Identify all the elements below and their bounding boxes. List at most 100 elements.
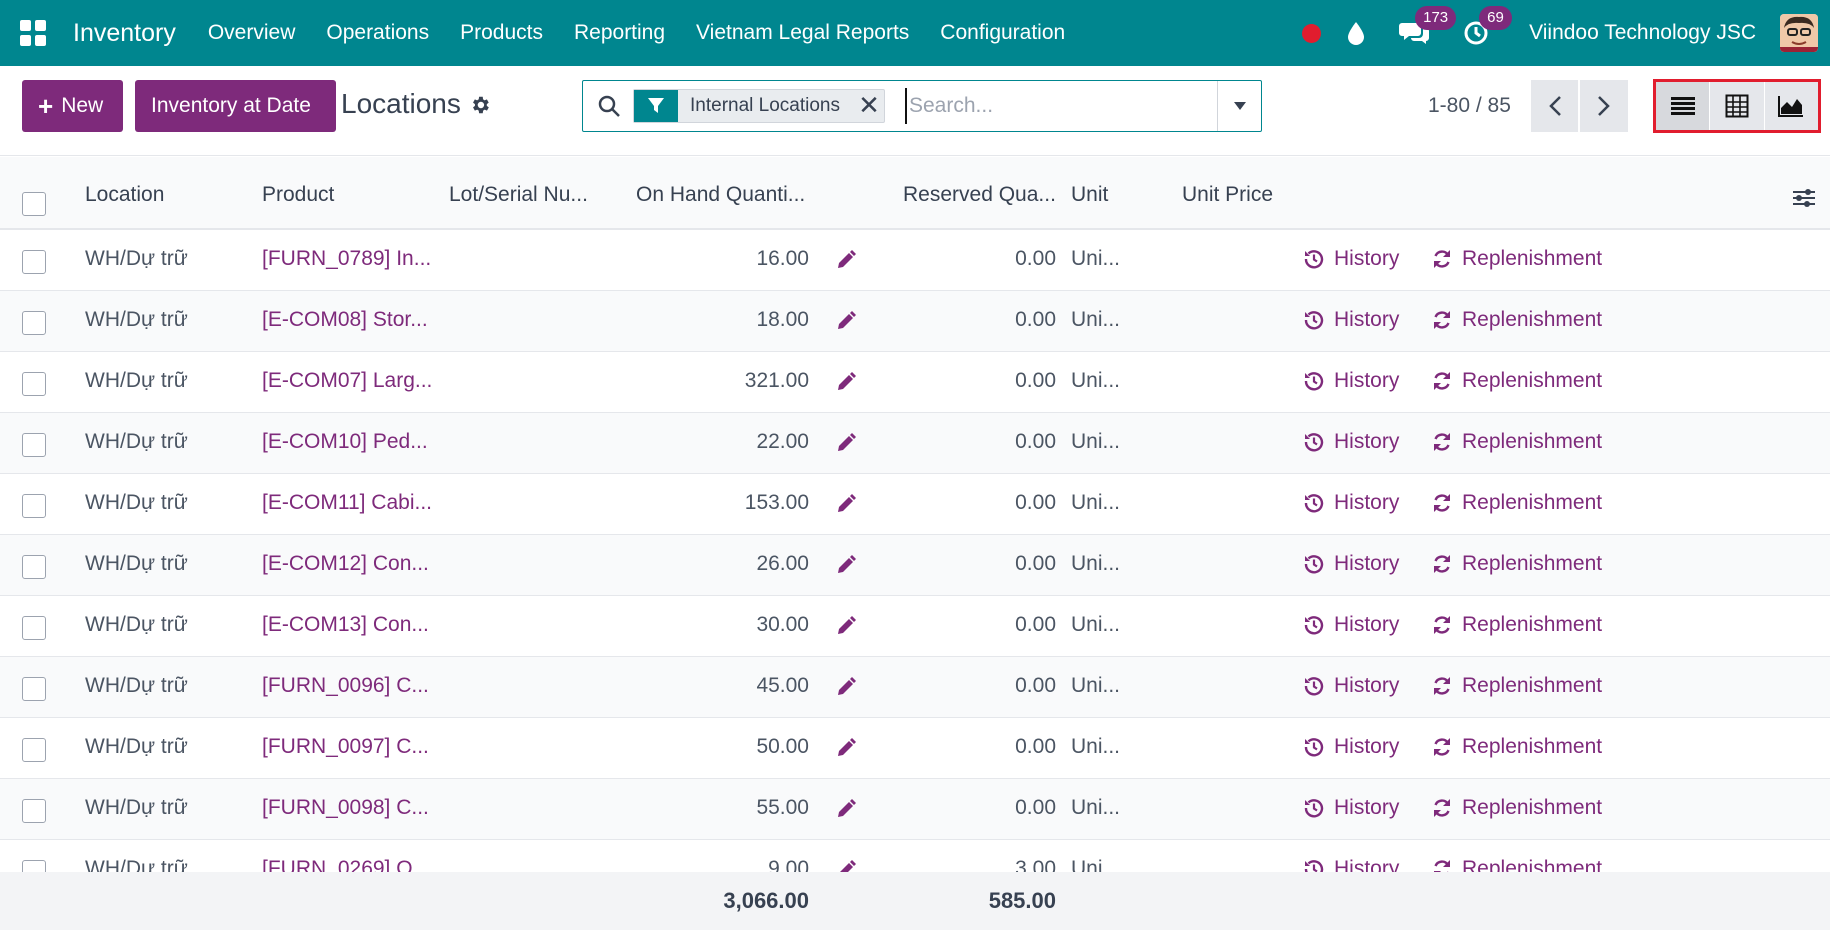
replenishment-button[interactable]: Replenishment [1432,369,1602,393]
apps-menu-icon[interactable] [0,0,66,66]
row-checkbox[interactable] [22,433,46,457]
cell-reserved-quantity[interactable]: 0.00 [1015,613,1056,637]
pager-value[interactable]: 1-80 / 85 [1428,94,1511,118]
cell-on-hand-quantity[interactable]: 22.00 [756,430,809,454]
cell-product-link[interactable]: [FURN_0096] C... [262,674,429,698]
menu-configuration[interactable]: Configuration [940,21,1065,45]
cell-on-hand-quantity[interactable]: 321.00 [745,369,809,393]
cell-product-link[interactable]: [E-COM10] Ped... [262,430,428,454]
cell-location[interactable]: WH/Dự trữ [85,430,188,454]
cell-location[interactable]: WH/Dự trữ [85,552,188,576]
cell-location[interactable]: WH/Dự trữ [85,674,188,698]
cell-reserved-quantity[interactable]: 0.00 [1015,735,1056,759]
row-checkbox[interactable] [22,616,46,640]
cell-on-hand-quantity[interactable]: 18.00 [756,308,809,332]
row-checkbox[interactable] [22,494,46,518]
row-checkbox[interactable] [22,677,46,701]
cell-on-hand-quantity[interactable]: 16.00 [756,247,809,271]
history-button[interactable]: History [1304,735,1399,759]
column-lot-serial[interactable]: Lot/Serial Nu... [449,183,588,207]
history-button[interactable]: History [1304,674,1399,698]
new-button[interactable]: + New [22,80,123,132]
recording-dot-icon[interactable] [1302,23,1322,43]
row-checkbox[interactable] [22,250,46,274]
table-row[interactable]: WH/Dự trữ [E-COM08] Stor... 18.00 0.00 U… [0,291,1830,352]
cell-on-hand-quantity[interactable]: 45.00 [756,674,809,698]
replenishment-button[interactable]: Replenishment [1432,674,1602,698]
drop-icon[interactable] [1347,21,1365,45]
pencil-icon[interactable] [836,616,856,642]
cell-unit[interactable]: Uni... [1071,552,1120,576]
column-reserved-quantity[interactable]: Reserved Qua... [903,183,1056,207]
replenishment-button[interactable]: Replenishment [1432,857,1602,872]
cell-location[interactable]: WH/Dự trữ [85,613,188,637]
cell-location[interactable]: WH/Dự trữ [85,247,188,271]
cell-unit[interactable]: Uni... [1071,674,1120,698]
select-all-checkbox[interactable] [22,192,46,216]
cell-location[interactable]: WH/Dự trữ [85,796,188,820]
table-row[interactable]: WH/Dự trữ [E-COM10] Ped... 22.00 0.00 Un… [0,413,1830,474]
pencil-icon[interactable] [836,433,856,459]
cell-location[interactable]: WH/Dự trữ [85,491,188,515]
cell-unit[interactable]: Uni... [1071,796,1120,820]
replenishment-button[interactable]: Replenishment [1432,247,1602,271]
menu-reporting[interactable]: Reporting [574,21,665,45]
replenishment-button[interactable]: Replenishment [1432,796,1602,820]
cell-unit[interactable]: Uni... [1071,735,1120,759]
replenishment-button[interactable]: Replenishment [1432,308,1602,332]
gear-icon[interactable] [469,94,491,121]
cell-on-hand-quantity[interactable]: 30.00 [756,613,809,637]
cell-reserved-quantity[interactable]: 0.00 [1015,430,1056,454]
table-row[interactable]: WH/Dự trữ [E-COM11] Cabi... 153.00 0.00 … [0,474,1830,535]
cell-product-link[interactable]: [FURN_0789] In... [262,247,431,271]
replenishment-button[interactable]: Replenishment [1432,552,1602,576]
cell-unit[interactable]: Uni... [1071,613,1120,637]
pencil-icon[interactable] [836,250,856,276]
menu-overview[interactable]: Overview [208,21,296,45]
table-row[interactable]: WH/Dự trữ [FURN_0098] C... 55.00 0.00 Un… [0,779,1830,840]
pencil-icon[interactable] [836,555,856,581]
cell-reserved-quantity[interactable]: 0.00 [1015,247,1056,271]
list-view-button[interactable] [1656,82,1711,130]
history-button[interactable]: History [1304,552,1399,576]
cell-unit[interactable]: Uni... [1071,247,1120,271]
menu-products[interactable]: Products [460,21,543,45]
replenishment-button[interactable]: Replenishment [1432,613,1602,637]
replenishment-button[interactable]: Replenishment [1432,491,1602,515]
optional-columns-icon[interactable] [1792,187,1816,215]
replenishment-button[interactable]: Replenishment [1432,735,1602,759]
pencil-icon[interactable] [836,494,856,520]
cell-on-hand-quantity[interactable]: 50.00 [756,735,809,759]
pager-next-button[interactable] [1580,80,1628,132]
cell-reserved-quantity[interactable]: 0.00 [1015,796,1056,820]
table-row[interactable]: WH/Dự trữ [FURN_0097] C... 50.00 0.00 Un… [0,718,1830,779]
history-button[interactable]: History [1304,247,1399,271]
history-button[interactable]: History [1304,613,1399,637]
cell-reserved-quantity[interactable]: 0.00 [1015,308,1056,332]
replenishment-button[interactable]: Replenishment [1432,430,1602,454]
activities-clock-icon[interactable]: 69 [1463,6,1512,46]
column-location[interactable]: Location [85,183,164,207]
cell-reserved-quantity[interactable]: 0.00 [1015,491,1056,515]
pencil-icon[interactable] [836,372,856,398]
cell-product-link[interactable]: [E-COM12] Con... [262,552,429,576]
history-button[interactable]: History [1304,796,1399,820]
row-checkbox[interactable] [22,799,46,823]
pager-previous-button[interactable] [1531,80,1579,132]
cell-product-link[interactable]: [E-COM11] Cabi... [262,491,432,515]
pencil-icon[interactable] [836,860,856,872]
table-row[interactable]: WH/Dự trữ [FURN_0269] O... 9.00 3.00 Uni… [0,840,1830,872]
history-button[interactable]: History [1304,369,1399,393]
cell-unit[interactable]: Uni... [1071,369,1120,393]
pencil-icon[interactable] [836,311,856,337]
row-checkbox[interactable] [22,372,46,396]
pivot-view-button[interactable] [1710,82,1765,130]
cell-unit[interactable]: Uni... [1071,491,1120,515]
cell-reserved-quantity[interactable]: 0.00 [1015,369,1056,393]
cell-product-link[interactable]: [FURN_0097] C... [262,735,429,759]
cell-on-hand-quantity[interactable]: 153.00 [745,491,809,515]
cell-location[interactable]: WH/Dự trữ [85,308,188,332]
column-product[interactable]: Product [262,183,334,207]
menu-vietnam-legal-reports[interactable]: Vietnam Legal Reports [696,21,909,45]
cell-product-link[interactable]: [E-COM13] Con... [262,613,429,637]
